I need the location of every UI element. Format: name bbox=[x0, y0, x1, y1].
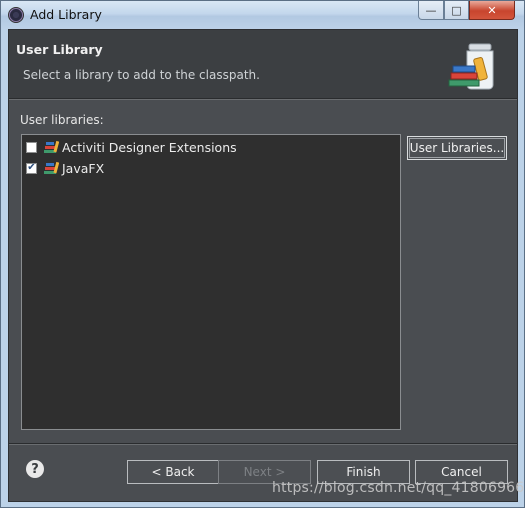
page-title: User Library bbox=[16, 42, 103, 57]
user-libraries-button-label: User Libraries... bbox=[409, 141, 505, 155]
dialog-client-area: User Library Select a library to add to … bbox=[8, 29, 518, 502]
title-bar[interactable]: Add Library — □ ✕ bbox=[1, 1, 524, 29]
add-library-window: Add Library — □ ✕ User Library Select a … bbox=[0, 0, 525, 508]
library-checkbox[interactable]: ✔ bbox=[26, 162, 37, 174]
help-icon-glyph: ? bbox=[31, 461, 39, 477]
next-button-label: Next > bbox=[243, 465, 286, 479]
checkmark-icon: ✔ bbox=[27, 162, 36, 173]
library-checkbox[interactable] bbox=[26, 141, 37, 153]
library-name: Activiti Designer Extensions bbox=[62, 139, 237, 155]
watermark-text: https://blog.csdn.net/qq_41806966 bbox=[272, 480, 525, 496]
help-icon[interactable]: ? bbox=[26, 460, 44, 478]
back-button[interactable]: < Back bbox=[127, 460, 219, 484]
header-separator-highlight bbox=[9, 99, 517, 100]
list-item[interactable]: Activiti Designer Extensions bbox=[26, 138, 237, 156]
close-icon: ✕ bbox=[487, 3, 497, 17]
list-item[interactable]: ✔ JavaFX bbox=[26, 159, 104, 177]
finish-button-label: Finish bbox=[346, 465, 381, 479]
close-button[interactable]: ✕ bbox=[469, 1, 515, 20]
back-button-label: < Back bbox=[151, 465, 195, 479]
window-title: Add Library bbox=[30, 7, 102, 22]
maximize-button[interactable]: □ bbox=[444, 1, 469, 20]
user-libraries-label: User libraries: bbox=[20, 113, 104, 127]
minimize-icon: — bbox=[425, 3, 437, 17]
eclipse-app-icon bbox=[8, 7, 24, 23]
user-libraries-button[interactable]: User Libraries... bbox=[407, 136, 507, 160]
cancel-button-label: Cancel bbox=[441, 465, 482, 479]
page-description: Select a library to add to the classpath… bbox=[23, 68, 260, 82]
library-icon bbox=[44, 161, 59, 174]
wizard-header: User Library Select a library to add to … bbox=[9, 30, 517, 98]
library-jar-icon bbox=[448, 43, 494, 90]
minimize-button[interactable]: — bbox=[418, 1, 444, 20]
library-name: JavaFX bbox=[62, 160, 105, 176]
footer-separator-highlight bbox=[9, 444, 517, 445]
user-libraries-list[interactable]: Activiti Designer Extensions ✔ JavaFX bbox=[21, 134, 401, 430]
maximize-icon: □ bbox=[451, 3, 462, 17]
library-icon bbox=[44, 140, 59, 153]
